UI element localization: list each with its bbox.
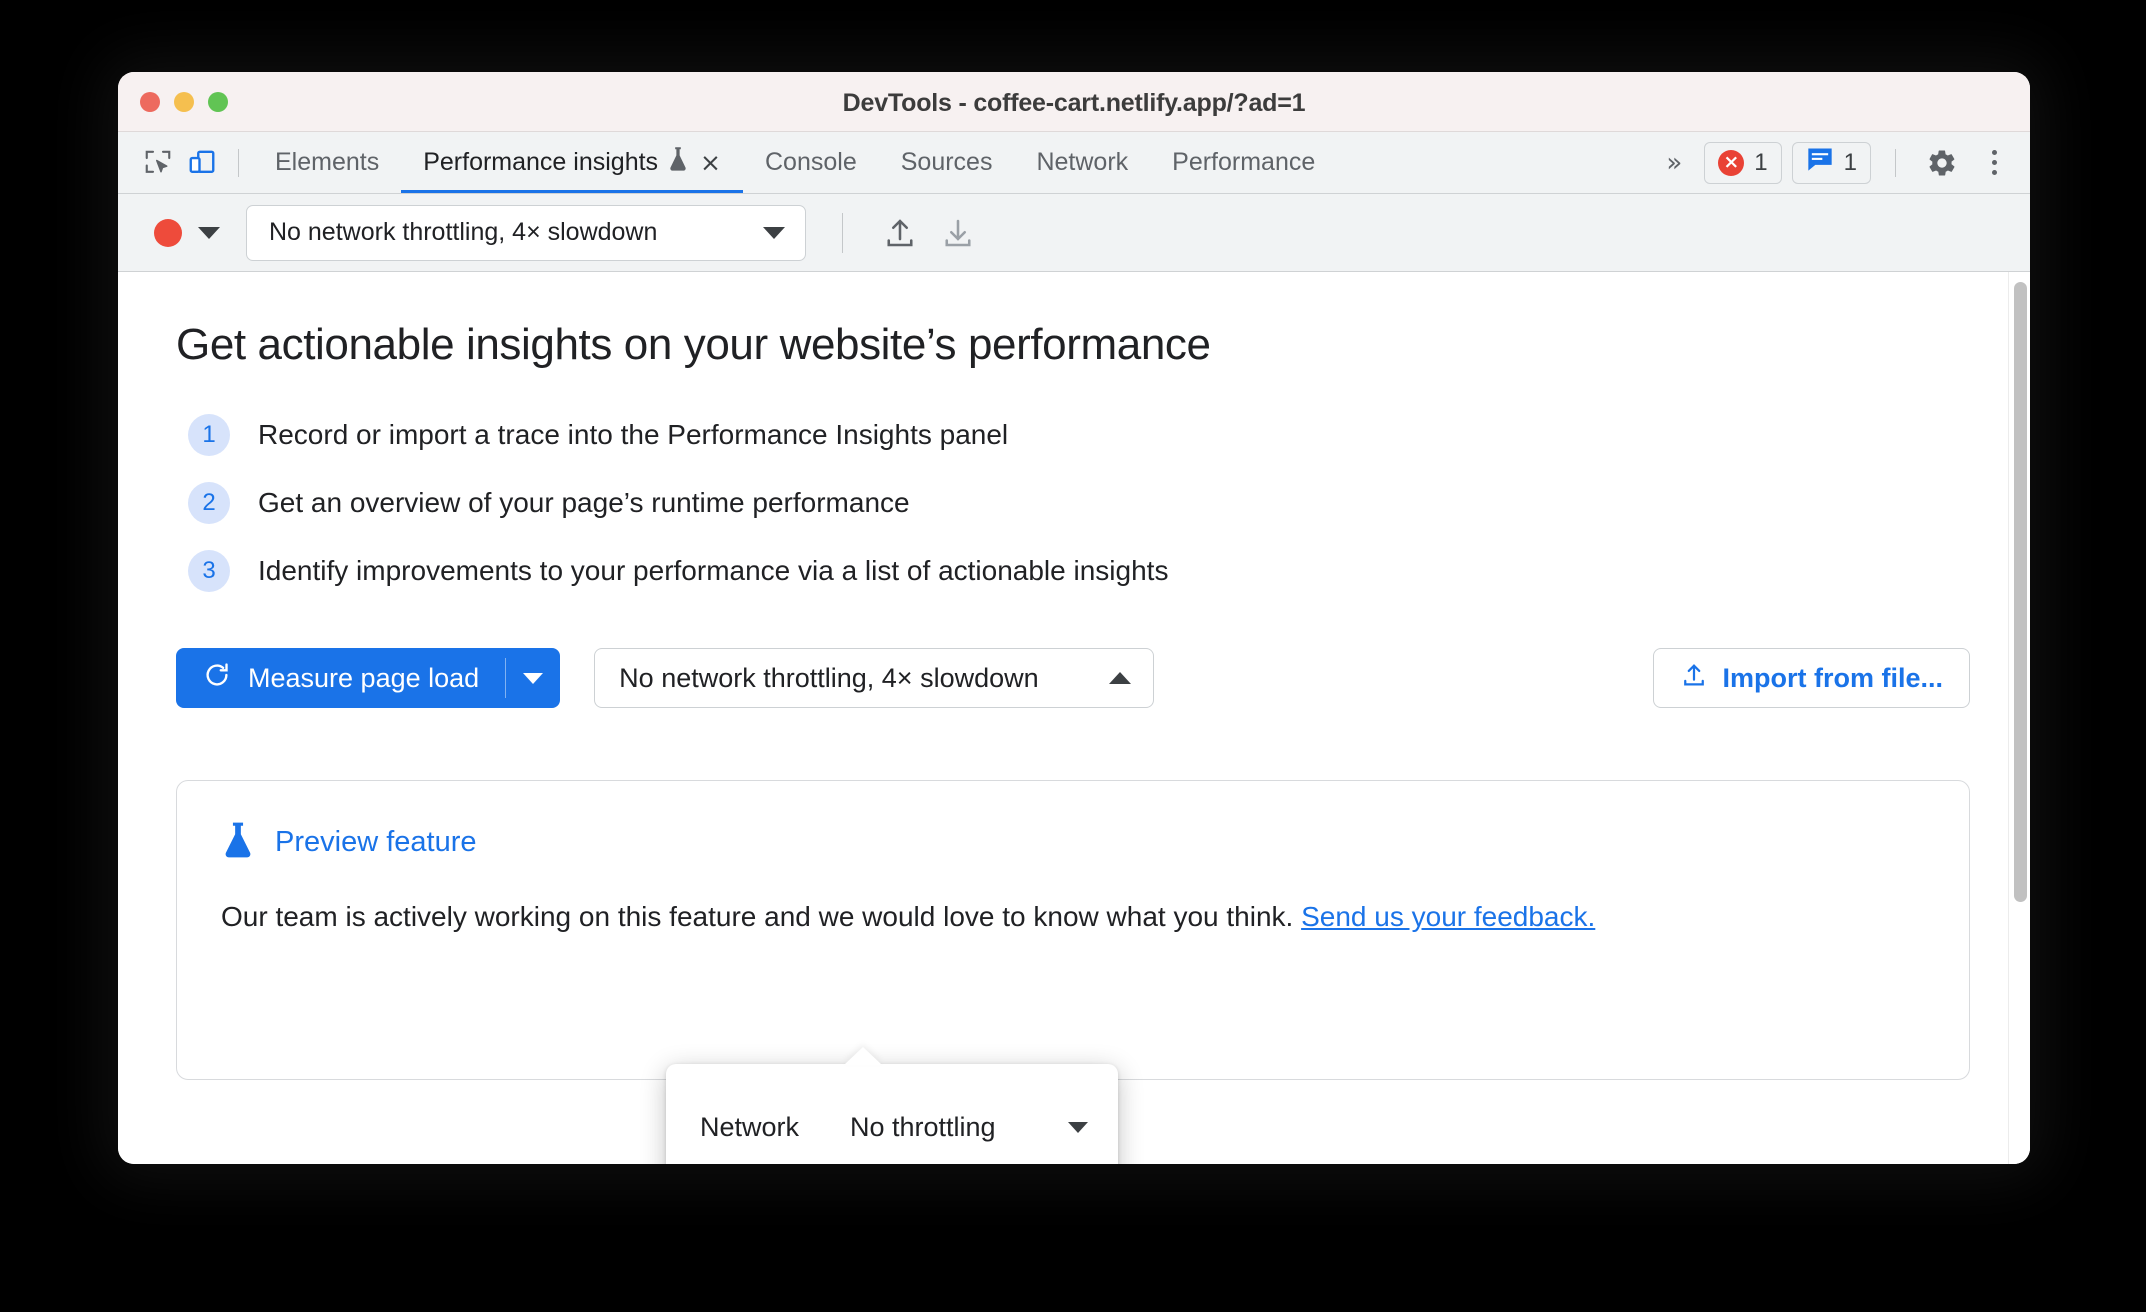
step-label: Identify improvements to your performanc… [258, 555, 1169, 586]
tab-elements[interactable]: Elements [253, 132, 401, 193]
step-label: Get an overview of your page’s runtime p… [258, 487, 910, 518]
preview-feature-card: Preview feature Our team is actively wor… [176, 780, 1970, 1080]
toolbar-throttling-value: No network throttling, 4× slowdown [269, 218, 658, 246]
error-icon: × [1718, 149, 1745, 176]
window-title: DevTools - coffee-cart.netlify.app/?ad=1 [842, 89, 1306, 117]
tab-console[interactable]: Console [743, 132, 879, 193]
tabbar-actions: » × 1 1 [1654, 141, 2018, 185]
tab-performance-insights[interactable]: Performance insights × [401, 132, 743, 193]
devtools-window: DevTools - coffee-cart.netlify.app/?ad=1… [118, 72, 2030, 1164]
list-item: 3 Identify improvements to your performa… [188, 550, 1970, 592]
list-item: 2 Get an overview of your page’s runtime… [188, 482, 1970, 524]
more-options-icon[interactable] [1974, 141, 2014, 185]
insights-landing-content: Get actionable insights on your website’… [118, 272, 2030, 1164]
measure-page-load-label: Measure page load [248, 662, 480, 693]
inspect-cursor-icon[interactable] [136, 141, 180, 185]
popup-arrow [844, 1047, 882, 1065]
toolbar-throttling-select[interactable]: No network throttling, 4× slowdown [246, 204, 806, 261]
step-badge: 2 [188, 482, 230, 524]
devtools-tabbar: Elements Performance insights × Console … [118, 132, 2030, 194]
record-button[interactable] [154, 218, 182, 247]
step-badge: 3 [188, 550, 230, 592]
tab-label: Console [765, 148, 857, 176]
send-feedback-link[interactable]: Send us your feedback. [1301, 901, 1595, 932]
message-icon [1806, 147, 1834, 178]
import-from-file-label: Import from file... [1722, 662, 1943, 693]
preview-feature-text: Our team is actively working on this fea… [221, 901, 1302, 932]
step-badge: 1 [188, 414, 230, 456]
list-item: 1 Record or import a trace into the Perf… [188, 414, 1970, 456]
tab-label: Performance [1172, 148, 1316, 176]
tabbar-divider-2 [1895, 148, 1896, 177]
scrollbar-thumb[interactable] [2014, 282, 2027, 902]
main-throttling-select[interactable]: No network throttling, 4× slowdown [594, 648, 1155, 708]
toolbar-divider [842, 212, 843, 253]
content-scrollbar[interactable] [2008, 272, 2030, 1164]
action-row: Measure page load No network throttling,… [176, 648, 1970, 708]
message-count-badge[interactable]: 1 [1791, 141, 1871, 184]
import-from-file-button[interactable]: Import from file... [1653, 648, 1970, 708]
message-count-label: 1 [1843, 148, 1857, 176]
chevron-down-icon [523, 672, 544, 684]
chevron-up-icon [1109, 672, 1132, 684]
gear-icon[interactable] [1920, 141, 1964, 185]
error-count-label: 1 [1754, 148, 1768, 176]
tab-label: Performance insights [423, 148, 659, 176]
tab-label: Sources [900, 148, 993, 176]
flask-icon [221, 821, 255, 864]
page-title: Get actionable insights on your website’… [176, 320, 1211, 369]
close-tab-icon[interactable]: × [700, 150, 721, 175]
performance-toolbar: No network throttling, 4× slowdown [118, 194, 2030, 272]
upload-trace-icon[interactable] [873, 206, 927, 260]
measure-page-load-main[interactable]: Measure page load [176, 648, 505, 708]
tab-label: Network [1036, 148, 1129, 176]
steps-list: 1 Record or import a trace into the Perf… [188, 414, 1970, 592]
more-tabs-icon[interactable]: » [1654, 148, 1694, 178]
tab-performance[interactable]: Performance [1150, 132, 1337, 193]
upload-icon [1680, 661, 1708, 696]
panel-tabs: Elements Performance insights × Console … [253, 132, 1337, 193]
step-label: Record or import a trace into the Perfor… [258, 419, 1009, 450]
chevron-down-icon [1068, 1121, 1088, 1133]
window-titlebar: DevTools - coffee-cart.netlify.app/?ad=1 [118, 72, 2030, 132]
chevron-down-icon [763, 226, 785, 239]
preview-feature-body: Our team is actively working on this fea… [221, 898, 1925, 936]
tab-sources[interactable]: Sources [879, 132, 1015, 193]
flask-icon [667, 146, 689, 179]
device-toolbar-icon[interactable] [180, 141, 224, 185]
measure-page-load-button[interactable]: Measure page load [176, 648, 561, 708]
download-trace-icon[interactable] [931, 206, 985, 260]
tab-network[interactable]: Network [1014, 132, 1150, 193]
error-count-badge[interactable]: × 1 [1704, 141, 1782, 184]
throttling-settings-popup: Network No throttling CPU 4× slowdown Di… [666, 1047, 1118, 1164]
preview-feature-header: Preview feature [221, 821, 1925, 864]
tabbar-divider [238, 148, 239, 177]
main-throttling-value: No network throttling, 4× slowdown [619, 662, 1039, 693]
network-throttling-row[interactable]: Network No throttling [666, 1090, 1118, 1164]
measure-options-caret-icon[interactable] [506, 648, 560, 708]
network-value: No throttling [850, 1111, 996, 1142]
refresh-icon [202, 660, 232, 697]
tab-label: Elements [275, 148, 380, 176]
network-label: Network [700, 1111, 800, 1142]
record-options-caret-icon[interactable] [198, 226, 220, 239]
preview-feature-title: Preview feature [275, 826, 477, 858]
